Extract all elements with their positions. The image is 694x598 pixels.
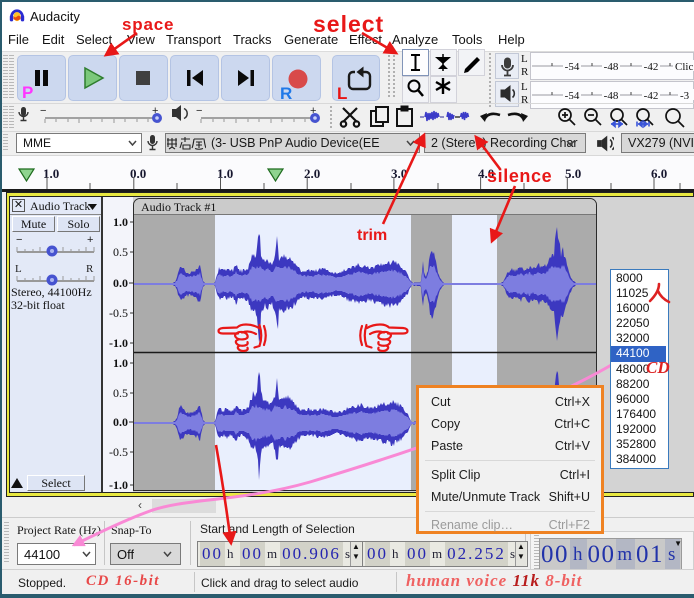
svg-text:space: space	[122, 15, 174, 34]
svg-text:silence: silence	[487, 166, 552, 186]
svg-text:select: select	[313, 11, 384, 37]
svg-text:CD: CD	[646, 358, 670, 377]
svg-text:trim: trim	[357, 227, 387, 244]
